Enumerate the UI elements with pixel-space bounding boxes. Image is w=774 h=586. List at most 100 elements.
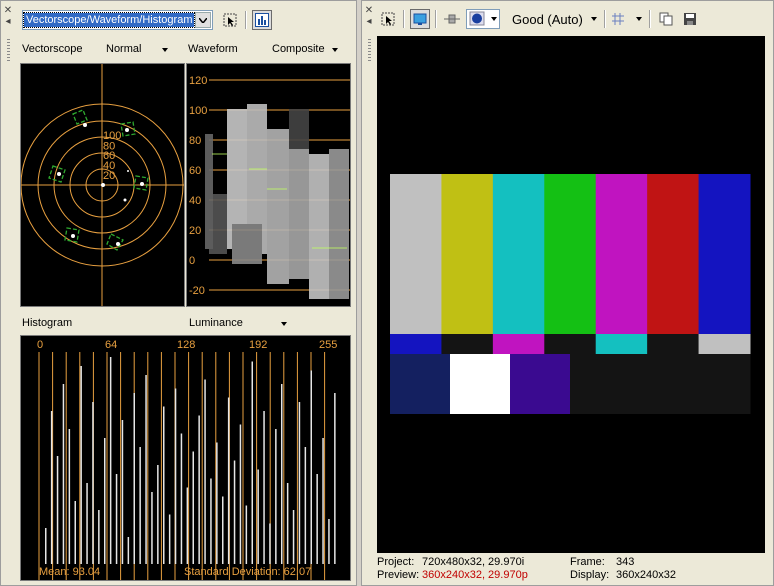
drag-handle[interactable] xyxy=(7,39,10,63)
histogram-bar xyxy=(86,483,88,564)
chevron-down-icon[interactable] xyxy=(491,17,497,21)
histogram-bar xyxy=(186,487,189,564)
vectorscope-mode-chevron-icon[interactable] xyxy=(162,48,168,52)
histogram-bar xyxy=(157,465,159,564)
histogram-bar xyxy=(104,438,106,564)
colorbar-mid xyxy=(698,334,751,354)
histogram-bar xyxy=(257,469,259,564)
display-label: Display: xyxy=(570,569,610,581)
waveform-ire-label: 20 xyxy=(189,225,201,237)
histogram-bar xyxy=(192,451,194,564)
histogram-bar xyxy=(286,483,289,564)
histogram-bar xyxy=(180,433,183,564)
histogram-mode-chevron-icon[interactable] xyxy=(281,322,287,326)
histogram-bar xyxy=(121,420,124,564)
toolbar-separator xyxy=(649,10,651,28)
toolbar-separator xyxy=(403,10,405,28)
colorbar-bottom xyxy=(390,354,451,414)
histogram-label-255: 255 xyxy=(319,339,338,351)
colorbar-mid xyxy=(647,334,700,354)
histogram-bar xyxy=(56,456,59,564)
pin-icon[interactable]: ◂ xyxy=(3,17,13,27)
waveform-ire-label: 0 xyxy=(189,255,195,267)
chevron-down-icon[interactable] xyxy=(195,12,211,28)
frame-value: 343 xyxy=(616,556,635,568)
preview-label: Preview: xyxy=(377,569,420,581)
toolbar-separator xyxy=(604,10,606,28)
histogram-bar xyxy=(328,519,330,564)
histogram-bar xyxy=(198,415,200,564)
quality-dropdown[interactable]: Good (Auto) xyxy=(512,12,583,27)
colorbar-top xyxy=(544,174,597,334)
colorbar-mid xyxy=(544,334,597,354)
preview-value: 360x240x32, 29.970p xyxy=(422,569,528,581)
waveform-ire-label: -20 xyxy=(189,285,205,297)
drag-handle[interactable] xyxy=(368,39,371,63)
histogram-bar xyxy=(80,366,82,564)
toolbar-separator xyxy=(245,11,247,29)
histogram-bar xyxy=(98,510,100,564)
colorbar-top xyxy=(441,174,494,334)
waveform-ire-label: 60 xyxy=(189,165,201,177)
histogram-bar xyxy=(109,357,112,564)
waveform-mode-chevron-icon[interactable] xyxy=(332,48,338,52)
histogram-mean: Mean: 93.04 xyxy=(39,566,101,578)
colorbar-mid xyxy=(390,334,442,354)
display-value: 360x240x32 xyxy=(616,569,676,581)
histogram-bar xyxy=(133,393,135,564)
colorbar-top xyxy=(647,174,700,334)
histogram-label-0: 0 xyxy=(37,339,44,351)
histogram-display: 0 64 128 192 255 Mean: 93.04 Standard De… xyxy=(20,335,351,581)
histogram-view-icon[interactable] xyxy=(252,10,272,30)
close-icon[interactable]: ✕ xyxy=(3,6,13,16)
histogram-bar xyxy=(334,393,336,564)
histogram-bar xyxy=(239,424,242,564)
select-icon[interactable] xyxy=(220,10,240,30)
copy-icon[interactable] xyxy=(656,9,676,29)
histogram-bar xyxy=(204,379,206,564)
project-label: Project: xyxy=(377,556,415,568)
quality-chevron-icon[interactable] xyxy=(591,17,597,21)
waveform-mode-dropdown[interactable]: Composite xyxy=(272,43,325,55)
save-icon[interactable] xyxy=(680,9,700,29)
scopes-panel: ✕ ◂ Vectorscope/Waveform/Histogram Vecto… xyxy=(0,0,357,586)
histogram-label-192: 192 xyxy=(249,339,268,351)
histogram-bar xyxy=(163,406,165,564)
grid-chevron-icon[interactable] xyxy=(636,17,642,21)
colorbar-top xyxy=(698,174,751,334)
histogram-bar xyxy=(322,438,324,564)
colorbar-top xyxy=(492,174,545,334)
select-icon[interactable] xyxy=(378,9,398,29)
scope-selector[interactable]: Vectorscope/Waveform/Histogram xyxy=(22,10,213,30)
histogram-bar xyxy=(245,505,248,564)
grid-icon[interactable] xyxy=(608,9,628,29)
waveform-trace xyxy=(205,104,349,299)
histogram-bar xyxy=(127,537,130,564)
histogram-bar xyxy=(233,460,236,564)
histogram-bar xyxy=(216,442,218,564)
histogram-bar xyxy=(316,474,318,564)
histogram-bar xyxy=(92,402,94,564)
video-preview[interactable] xyxy=(377,36,765,553)
overlay-dropdown[interactable] xyxy=(466,9,500,29)
histogram-bar xyxy=(68,429,71,564)
histogram-bar xyxy=(168,514,171,564)
close-icon[interactable]: ✕ xyxy=(364,6,374,16)
histogram-bar xyxy=(151,492,153,564)
histogram-bar xyxy=(145,375,147,564)
toolbar-separator xyxy=(435,10,437,28)
histogram-label-128: 128 xyxy=(177,339,196,351)
waveform-ire-label: 80 xyxy=(189,135,201,147)
colorbar-mid xyxy=(595,334,648,354)
histogram-bar xyxy=(62,384,65,564)
histogram-mode-dropdown[interactable]: Luminance xyxy=(189,317,243,329)
vectorscope-mode-dropdown[interactable]: Normal xyxy=(106,43,141,55)
pin-icon[interactable]: ◂ xyxy=(364,17,374,27)
histogram-bar xyxy=(298,402,301,564)
split-icon[interactable] xyxy=(442,9,462,29)
histogram-bar xyxy=(139,447,141,564)
histogram-title: Histogram xyxy=(22,317,73,329)
scope-selector-value: Vectorscope/Waveform/Histogram xyxy=(22,12,196,28)
monitor-icon[interactable] xyxy=(410,9,430,29)
histogram-bar xyxy=(275,429,277,564)
